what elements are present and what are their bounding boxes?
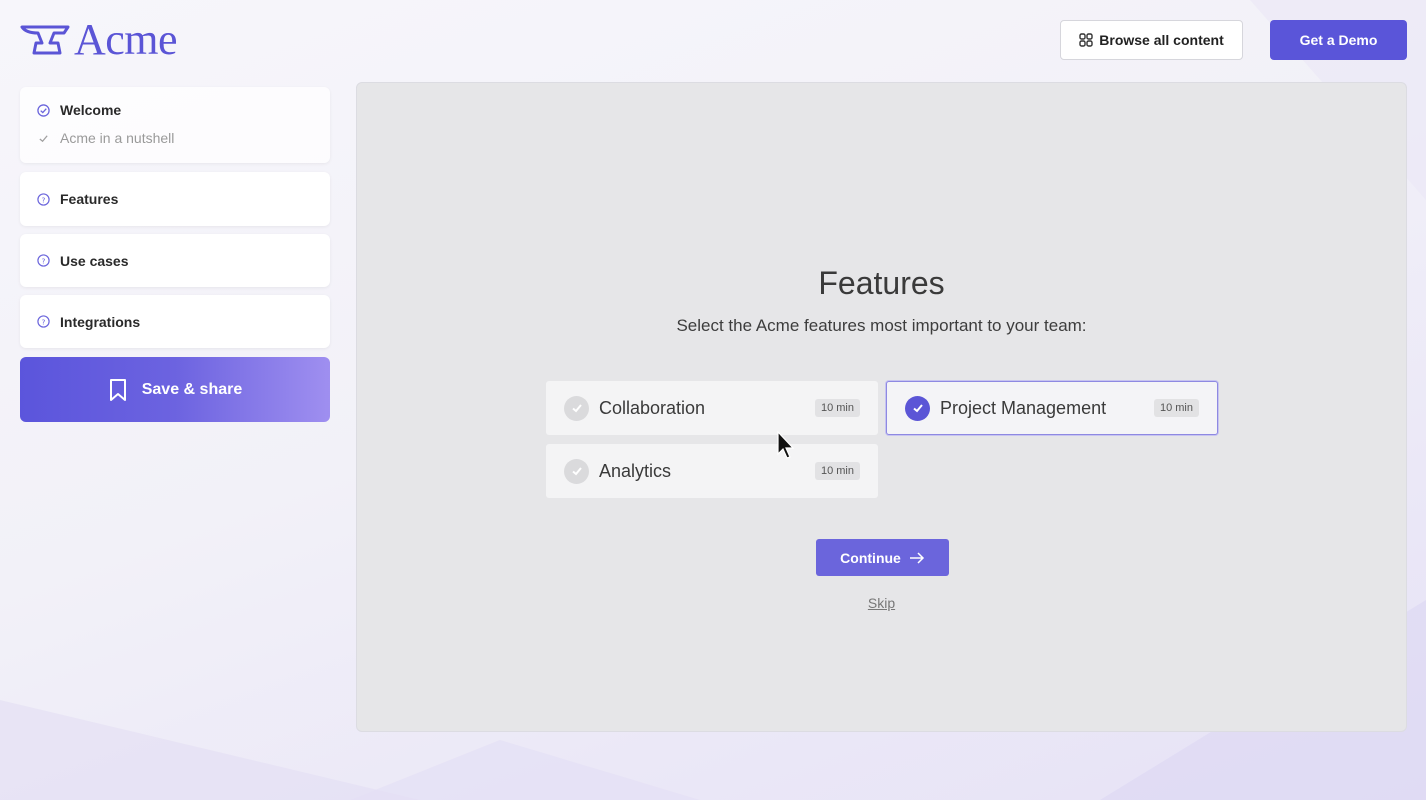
acme-logo[interactable]: Acme xyxy=(20,15,178,64)
sidebar-item-integrations[interactable]: ? Integrations xyxy=(20,295,330,348)
option-project-management[interactable]: Project Management 10 min xyxy=(886,381,1218,435)
sidebar-item-use-cases[interactable]: ? Use cases xyxy=(20,234,330,287)
option-analytics[interactable]: Analytics 10 min xyxy=(546,444,878,498)
sidebar-subitem-label: Acme in a nutshell xyxy=(60,130,175,146)
skip-link[interactable]: Skip xyxy=(868,595,895,611)
sidebar-section-welcome: Welcome Acme in a nutshell xyxy=(20,87,330,163)
mouse-cursor-icon xyxy=(777,430,795,459)
arrow-right-icon xyxy=(909,551,924,564)
get-demo-button[interactable]: Get a Demo xyxy=(1270,20,1407,60)
grid-icon xyxy=(1079,33,1093,47)
check-icon xyxy=(564,395,589,421)
option-name: Analytics xyxy=(599,460,672,481)
save-share-button[interactable]: Save & share xyxy=(20,357,330,422)
features-panel: Features Select the Acme features most i… xyxy=(356,82,1407,732)
sidebar-item-label: Welcome xyxy=(60,102,122,118)
browse-all-content-button[interactable]: Browse all content xyxy=(1060,20,1243,60)
sidebar-item-welcome[interactable]: Welcome xyxy=(20,102,121,118)
sidebar-item-label: Features xyxy=(60,191,119,207)
option-name: Collaboration xyxy=(599,397,706,418)
anvil-icon xyxy=(20,25,70,55)
sidebar-item-features[interactable]: ? Features xyxy=(20,172,330,226)
skip-link-row: Skip xyxy=(357,595,1406,611)
sidebar-subitem-nutshell[interactable]: Acme in a nutshell xyxy=(20,130,174,146)
option-collaboration[interactable]: Collaboration 10 min xyxy=(546,381,878,435)
demo-label: Get a Demo xyxy=(1299,32,1378,48)
browse-label: Browse all content xyxy=(1099,32,1224,48)
page-subtitle: Select the Acme features most important … xyxy=(676,316,1087,335)
continue-label: Continue xyxy=(840,549,901,566)
check-icon xyxy=(564,458,589,484)
page-title: Features xyxy=(818,265,945,301)
question-bubble-icon: ? xyxy=(36,254,50,268)
svg-text:?: ? xyxy=(41,195,45,204)
check-circle-icon xyxy=(36,103,50,117)
option-name: Project Management xyxy=(940,397,1107,418)
continue-button[interactable]: Continue xyxy=(816,539,949,576)
svg-text:?: ? xyxy=(41,256,45,265)
question-bubble-icon: ? xyxy=(36,192,50,206)
bookmark-icon xyxy=(109,378,126,401)
question-bubble-icon: ? xyxy=(36,315,50,329)
sidebar-item-label: Integrations xyxy=(60,313,141,330)
logo-text: Acme xyxy=(74,15,178,64)
check-icon xyxy=(36,131,50,145)
check-icon xyxy=(905,395,930,421)
save-share-label: Save & share xyxy=(141,380,243,398)
sidebar-item-label: Use cases xyxy=(60,252,129,269)
duration-badge: 10 min xyxy=(1153,399,1199,417)
svg-text:?: ? xyxy=(41,317,45,326)
duration-badge: 10 min xyxy=(814,462,860,480)
duration-badge: 10 min xyxy=(814,399,860,417)
